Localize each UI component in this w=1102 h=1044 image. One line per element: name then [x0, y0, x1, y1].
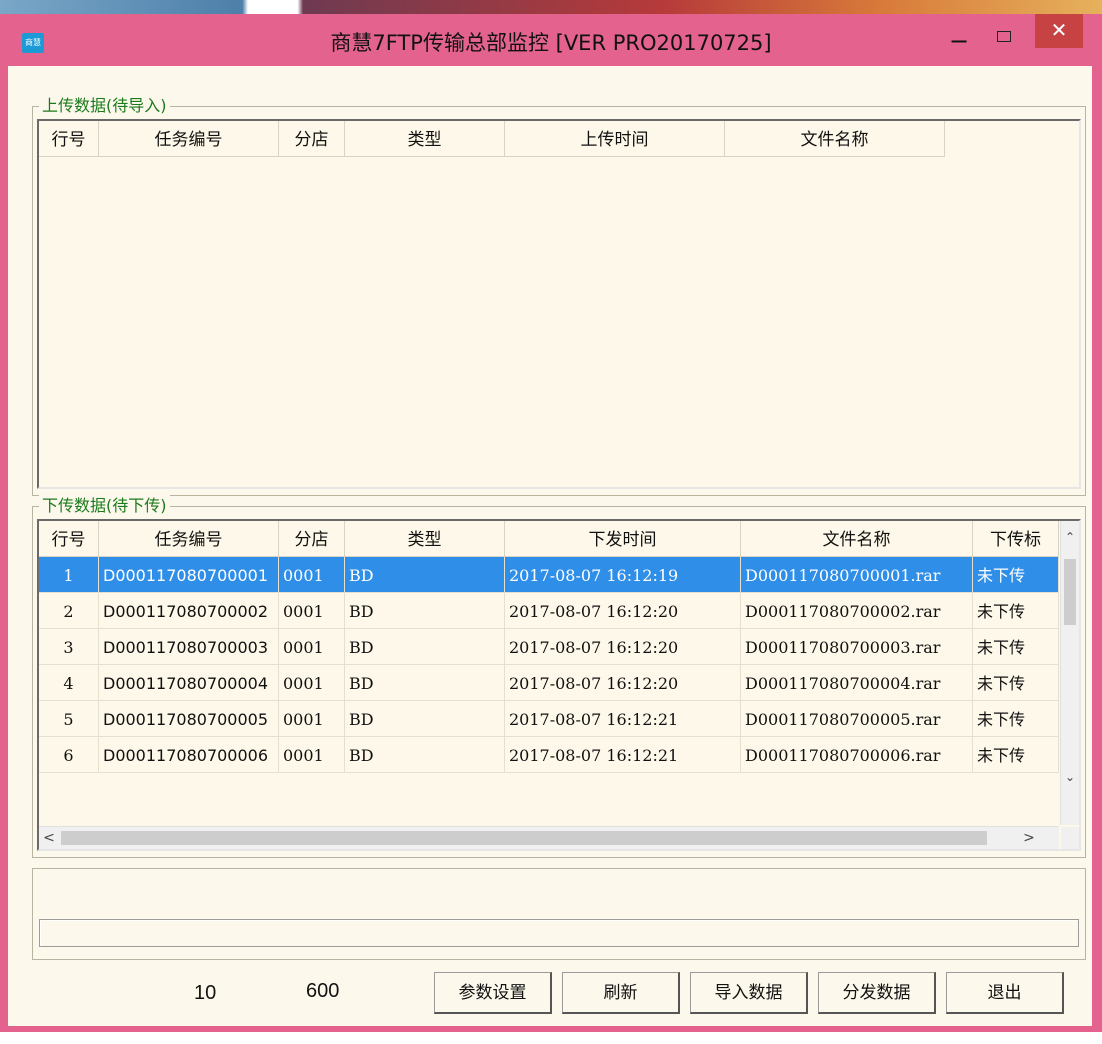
- cell-flag: 未下传: [973, 629, 1059, 665]
- client-area: 上传数据(待导入) 行号 任务编号 分店 类型 上传时间 文件名称 下传数据(待下传) 行…: [8, 66, 1092, 1026]
- cell-time: 2017-08-07 16:12:21: [505, 737, 741, 773]
- upload-grid-header: 行号 任务编号 分店 类型 上传时间 文件名称: [39, 121, 945, 157]
- cell-flag: 未下传: [973, 701, 1059, 737]
- cell-row-no: 5: [39, 701, 99, 737]
- header-col-flag[interactable]: 下传标: [973, 521, 1059, 557]
- cell-row-no: 3: [39, 629, 99, 665]
- progress-bar: [39, 919, 1079, 947]
- cell-time: 2017-08-07 16:12:19: [505, 557, 741, 593]
- cell-store: 0001: [279, 557, 345, 593]
- cell-type: BD: [345, 737, 505, 773]
- cell-type: BD: [345, 701, 505, 737]
- upload-group: 上传数据(待导入) 行号 任务编号 分店 类型 上传时间 文件名称: [32, 94, 1086, 496]
- header-col-row-no[interactable]: 行号: [39, 521, 99, 557]
- cell-task-id: D000117080700006: [99, 737, 279, 773]
- window-title: 商慧7FTP传输总部监控 [VER PRO20170725]: [330, 31, 772, 55]
- table-row[interactable]: 2 D000117080700002 0001 BD 2017-08-07 16:12:…: [39, 593, 1059, 629]
- header-col-row-no[interactable]: 行号: [39, 121, 99, 157]
- title-bar[interactable]: 商慧 商慧7FTP传输总部监控 [VER PRO20170725] − ✕: [0, 14, 1102, 66]
- cell-task-id: D000117080700001: [99, 557, 279, 593]
- cell-flag: 未下传: [973, 737, 1059, 773]
- settings-button[interactable]: 参数设置: [434, 972, 552, 1014]
- cell-task-id: D000117080700005: [99, 701, 279, 737]
- cell-type: BD: [345, 593, 505, 629]
- cell-row-no: 4: [39, 665, 99, 701]
- cell-store: 0001: [279, 665, 345, 701]
- cell-flag: 未下传: [973, 557, 1059, 593]
- horizontal-scrollbar[interactable]: < >: [39, 826, 1059, 849]
- download-grid-header: 行号 任务编号 分店 类型 下发时间 文件名称 下传标: [39, 521, 1059, 557]
- desktop-strip: [0, 0, 1102, 14]
- cell-store: 0001: [279, 737, 345, 773]
- scroll-corner: [1061, 827, 1079, 849]
- cell-task-id: D000117080700003: [99, 629, 279, 665]
- header-col-task-id[interactable]: 任务编号: [99, 121, 279, 157]
- cell-store: 0001: [279, 629, 345, 665]
- scroll-down-icon[interactable]: ⌄: [1061, 767, 1079, 787]
- header-col-type[interactable]: 类型: [345, 121, 505, 157]
- cell-flag: 未下传: [973, 665, 1059, 701]
- header-col-store[interactable]: 分店: [279, 521, 345, 557]
- scroll-up-icon[interactable]: ⌃: [1061, 527, 1079, 547]
- app-window: 商慧 商慧7FTP传输总部监控 [VER PRO20170725] − ✕ 上传…: [0, 14, 1102, 1032]
- cell-task-id: D000117080700004: [99, 665, 279, 701]
- maximize-button[interactable]: [989, 26, 1019, 56]
- header-col-file-name[interactable]: 文件名称: [725, 121, 945, 157]
- upload-grid[interactable]: 行号 任务编号 分店 类型 上传时间 文件名称: [37, 119, 1081, 489]
- table-row[interactable]: 6 D000117080700006 0001 BD 2017-08-07 16:12:…: [39, 737, 1059, 773]
- cell-type: BD: [345, 665, 505, 701]
- cell-type: BD: [345, 557, 505, 593]
- counter-value-1: 10: [194, 982, 217, 1004]
- download-grid[interactable]: 行号 任务编号 分店 类型 下发时间 文件名称 下传标 1 D000117080700001 0…: [37, 519, 1081, 851]
- horizontal-scroll-thumb[interactable]: [61, 831, 987, 845]
- header-col-type[interactable]: 类型: [345, 521, 505, 557]
- cell-file-name: D000117080700003.rar: [741, 629, 973, 665]
- cell-row-no: 1: [39, 557, 99, 593]
- cell-time: 2017-08-07 16:12:21: [505, 701, 741, 737]
- counter-value-2: 600: [306, 980, 340, 1002]
- distribute-data-button[interactable]: 分发数据: [818, 972, 936, 1014]
- status-panel: [32, 868, 1086, 960]
- exit-button[interactable]: 退出: [946, 972, 1064, 1014]
- table-row[interactable]: 5 D000117080700005 0001 BD 2017-08-07 16:12:…: [39, 701, 1059, 737]
- table-row[interactable]: 3 D000117080700003 0001 BD 2017-08-07 16:12:…: [39, 629, 1059, 665]
- download-grid-rows: 1 D000117080700001 0001 BD 2017-08-07 16:12:…: [39, 557, 1059, 773]
- header-col-file-name[interactable]: 文件名称: [741, 521, 973, 557]
- cell-time: 2017-08-07 16:12:20: [505, 629, 741, 665]
- cell-file-name: D000117080700001.rar: [741, 557, 973, 593]
- download-group: 下传数据(待下传) 行号 任务编号 分店 类型 下发时间 文件名称 下传标 1 D000117…: [32, 494, 1086, 858]
- cell-store: 0001: [279, 701, 345, 737]
- vertical-scrollbar[interactable]: ⌃ ⌄: [1060, 521, 1079, 825]
- cell-flag: 未下传: [973, 593, 1059, 629]
- cell-task-id: D000117080700002: [99, 593, 279, 629]
- header-col-time[interactable]: 下发时间: [505, 521, 741, 557]
- minimize-button[interactable]: −: [944, 26, 974, 56]
- cell-file-name: D000117080700002.rar: [741, 593, 973, 629]
- cell-row-no: 2: [39, 593, 99, 629]
- cell-file-name: D000117080700005.rar: [741, 701, 973, 737]
- download-group-label: 下传数据(待下传): [39, 494, 170, 518]
- upload-group-label: 上传数据(待导入): [39, 94, 170, 118]
- cell-store: 0001: [279, 593, 345, 629]
- cell-type: BD: [345, 629, 505, 665]
- import-data-button[interactable]: 导入数据: [690, 972, 808, 1014]
- scroll-right-icon[interactable]: >: [1019, 827, 1039, 849]
- header-col-task-id[interactable]: 任务编号: [99, 521, 279, 557]
- cell-time: 2017-08-07 16:12:20: [505, 593, 741, 629]
- table-row[interactable]: 4 D000117080700004 0001 BD 2017-08-07 16:12:…: [39, 665, 1059, 701]
- maximize-icon: [997, 31, 1011, 42]
- scroll-left-icon[interactable]: <: [39, 827, 59, 849]
- header-col-time[interactable]: 上传时间: [505, 121, 725, 157]
- cell-row-no: 6: [39, 737, 99, 773]
- cell-time: 2017-08-07 16:12:20: [505, 665, 741, 701]
- vertical-scroll-thumb[interactable]: [1064, 559, 1076, 625]
- table-row[interactable]: 1 D000117080700001 0001 BD 2017-08-07 16:12:…: [39, 557, 1059, 593]
- refresh-button[interactable]: 刷新: [562, 972, 680, 1014]
- close-button[interactable]: ✕: [1035, 14, 1083, 48]
- header-col-store[interactable]: 分店: [279, 121, 345, 157]
- cell-file-name: D000117080700006.rar: [741, 737, 973, 773]
- cell-file-name: D000117080700004.rar: [741, 665, 973, 701]
